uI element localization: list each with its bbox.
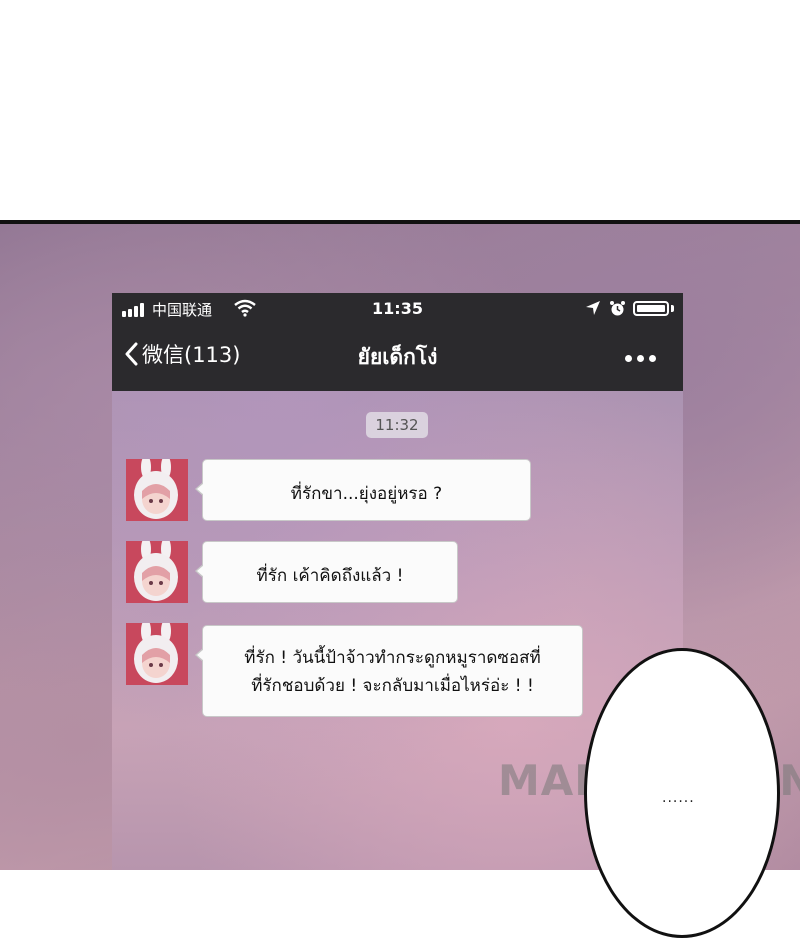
contact-avatar[interactable]	[126, 541, 188, 603]
battery-icon	[633, 301, 669, 316]
chat-timestamp: 11:32	[366, 412, 428, 438]
status-bar: 中国联通 11:35	[112, 293, 683, 325]
message-text-line2: ที่รักชอบด้วย ! จะกลับมาเมื่อไหร่อ่ะ ! !	[251, 676, 534, 696]
message-bubble[interactable]: ที่รัก ! วันนี้ป้าจ้าวทำกระดูกหมูราดซอสท…	[195, 625, 583, 717]
message-text: ที่รัก เค้าคิดถึงแล้ว !	[256, 566, 404, 586]
speech-text: ......	[662, 790, 695, 806]
location-arrow-icon	[586, 301, 600, 315]
alarm-icon	[610, 301, 625, 316]
contact-avatar[interactable]	[126, 623, 188, 685]
chat-title: ยัยเด็กโง่	[357, 345, 438, 369]
contact-avatar[interactable]	[126, 459, 188, 521]
message-text: ที่รักขา...ยุ่งอยู่หรอ ?	[290, 484, 443, 504]
message-text-line1: ที่รัก ! วันนี้ป้าจ้าวทำกระดูกหมูราดซอสท…	[244, 648, 541, 668]
message-bubble[interactable]: ที่รัก เค้าคิดถึงแล้ว !	[195, 541, 458, 603]
battery-tip	[671, 305, 674, 312]
more-dots-icon[interactable]	[625, 355, 656, 362]
chat-header: 微信(113) ยัยเด็กโง่	[112, 325, 683, 391]
message-bubble[interactable]: ที่รักขา...ยุ่งอยู่หรอ ?	[195, 459, 531, 521]
